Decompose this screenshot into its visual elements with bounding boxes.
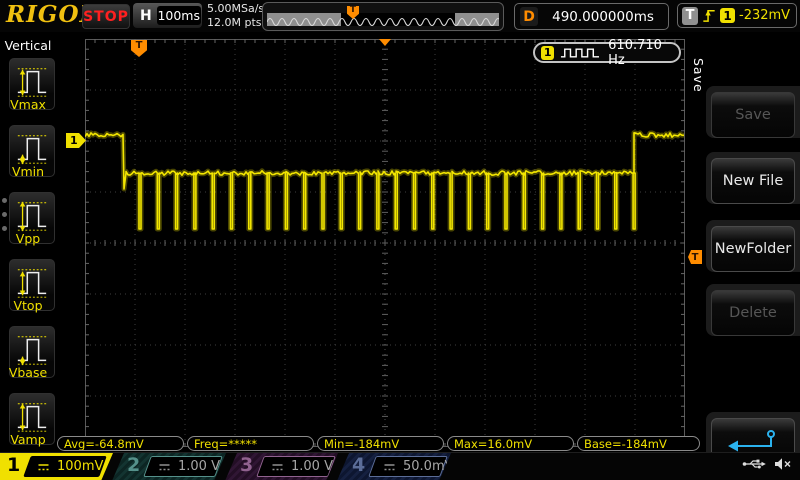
trigger-source-chip: 1 — [720, 8, 735, 23]
h-label: H — [140, 8, 152, 24]
channel-2-number: 2 — [127, 454, 140, 476]
channel-3-tab[interactable]: 3 1.00 V — [225, 453, 338, 480]
speaker-muted-icon — [774, 457, 792, 471]
vbase-label: Vbase — [0, 365, 56, 380]
t-label: T — [682, 7, 698, 25]
measurement-avg: Avg=-64.8mV — [57, 436, 184, 451]
timebase-value: 100ms — [157, 6, 201, 25]
channel-1-scale: 100mV — [57, 459, 103, 474]
trigger-readout: T 1 -232mV — [677, 3, 797, 28]
channel-status-bar: 1 100mV 2 1.00 V 3 1.00 V — [0, 452, 800, 480]
channel-2-scale-box: 1.00 V — [143, 456, 223, 477]
delete-button[interactable]: Delete — [711, 290, 795, 336]
dc-coupling-icon — [271, 457, 284, 476]
sample-rate: 5.00MSa/s — [207, 2, 264, 16]
counter-value: 610.710 Hz — [608, 38, 679, 68]
softkey-menu: Save New File NewFolder Delete — [703, 32, 800, 452]
d-label: D — [520, 7, 538, 26]
oscilloscope-screen: RIGOL STOP H 100ms 5.00MSa/s 12.0M pts T… — [0, 0, 800, 480]
channel-4-number: 4 — [352, 454, 365, 476]
top-bar: RIGOL STOP H 100ms 5.00MSa/s 12.0M pts T… — [0, 0, 800, 33]
return-arrow-icon — [725, 428, 781, 454]
frequency-counter: 1 610.710 Hz — [533, 42, 681, 63]
save-button[interactable]: Save — [711, 92, 795, 138]
channel-2-tab[interactable]: 2 1.00 V — [112, 453, 226, 480]
channel-3-number: 3 — [240, 454, 253, 476]
acquisition-info: 5.00MSa/s 12.0M pts — [207, 2, 264, 30]
page-indicator-dot — [2, 212, 7, 217]
channel-1-tab[interactable]: 1 100mV — [0, 453, 113, 480]
channel-4-tab[interactable]: 4 50.0mV — [337, 453, 451, 480]
channel-2-scale: 1.00 V — [178, 459, 220, 474]
horizontal-timebase-control[interactable]: H 100ms — [133, 3, 202, 28]
channel-4-scale: 50.0mV — [403, 459, 454, 474]
channel-3-scale-box: 1.00 V — [256, 456, 336, 477]
page-indicator-dot — [2, 198, 7, 203]
vamp-label: Vamp — [0, 432, 56, 447]
measurement-base: Base=-184mV — [577, 436, 700, 451]
ch1-waveform-trace — [85, 39, 685, 447]
channel-4-scale-box: 50.0mV — [368, 456, 448, 477]
trigger-level-value: -232mV — [739, 8, 790, 23]
counter-source-chip: 1 — [541, 46, 554, 60]
page-indicator-dot — [2, 226, 7, 231]
delay-readout: D 490.000000ms — [514, 3, 669, 30]
measurement-min: Min=-184mV — [317, 436, 444, 451]
channel-3-scale: 1.00 V — [291, 459, 333, 474]
vmin-label: Vmin — [0, 164, 56, 179]
usb-icon — [742, 458, 766, 470]
measurement-freq: Freq=***** — [187, 436, 314, 451]
channel-1-scale-box: 100mV — [23, 456, 107, 477]
rising-edge-icon — [702, 7, 716, 24]
new-file-button[interactable]: New File — [711, 158, 795, 204]
new-folder-button[interactable]: NewFolder — [711, 226, 795, 272]
dc-coupling-icon — [383, 457, 396, 476]
menu-tab-label: Save — [691, 58, 706, 93]
memory-depth: 12.0M pts — [207, 16, 264, 30]
dc-coupling-icon — [37, 457, 50, 476]
square-wave-icon — [560, 46, 602, 60]
run-state-badge[interactable]: STOP — [82, 4, 130, 29]
delay-center-marker-icon — [379, 39, 391, 46]
menu-title: Vertical — [0, 38, 56, 53]
waveform-memory-bar: T — [262, 2, 504, 31]
memory-wave-icon — [267, 13, 499, 26]
dc-coupling-icon — [158, 457, 171, 476]
delay-value: 490.000000ms — [538, 9, 668, 25]
channel-1-number: 1 — [7, 454, 20, 476]
waveform-display — [56, 32, 703, 452]
measurement-max: Max=16.0mV — [447, 436, 574, 451]
vpp-label: Vpp — [0, 231, 56, 246]
vtop-label: Vtop — [0, 298, 56, 313]
vmax-label: Vmax — [0, 97, 56, 112]
vertical-measure-menu: Vertical Vmax Vmin Vpp Vtop Vbase — [0, 32, 57, 452]
